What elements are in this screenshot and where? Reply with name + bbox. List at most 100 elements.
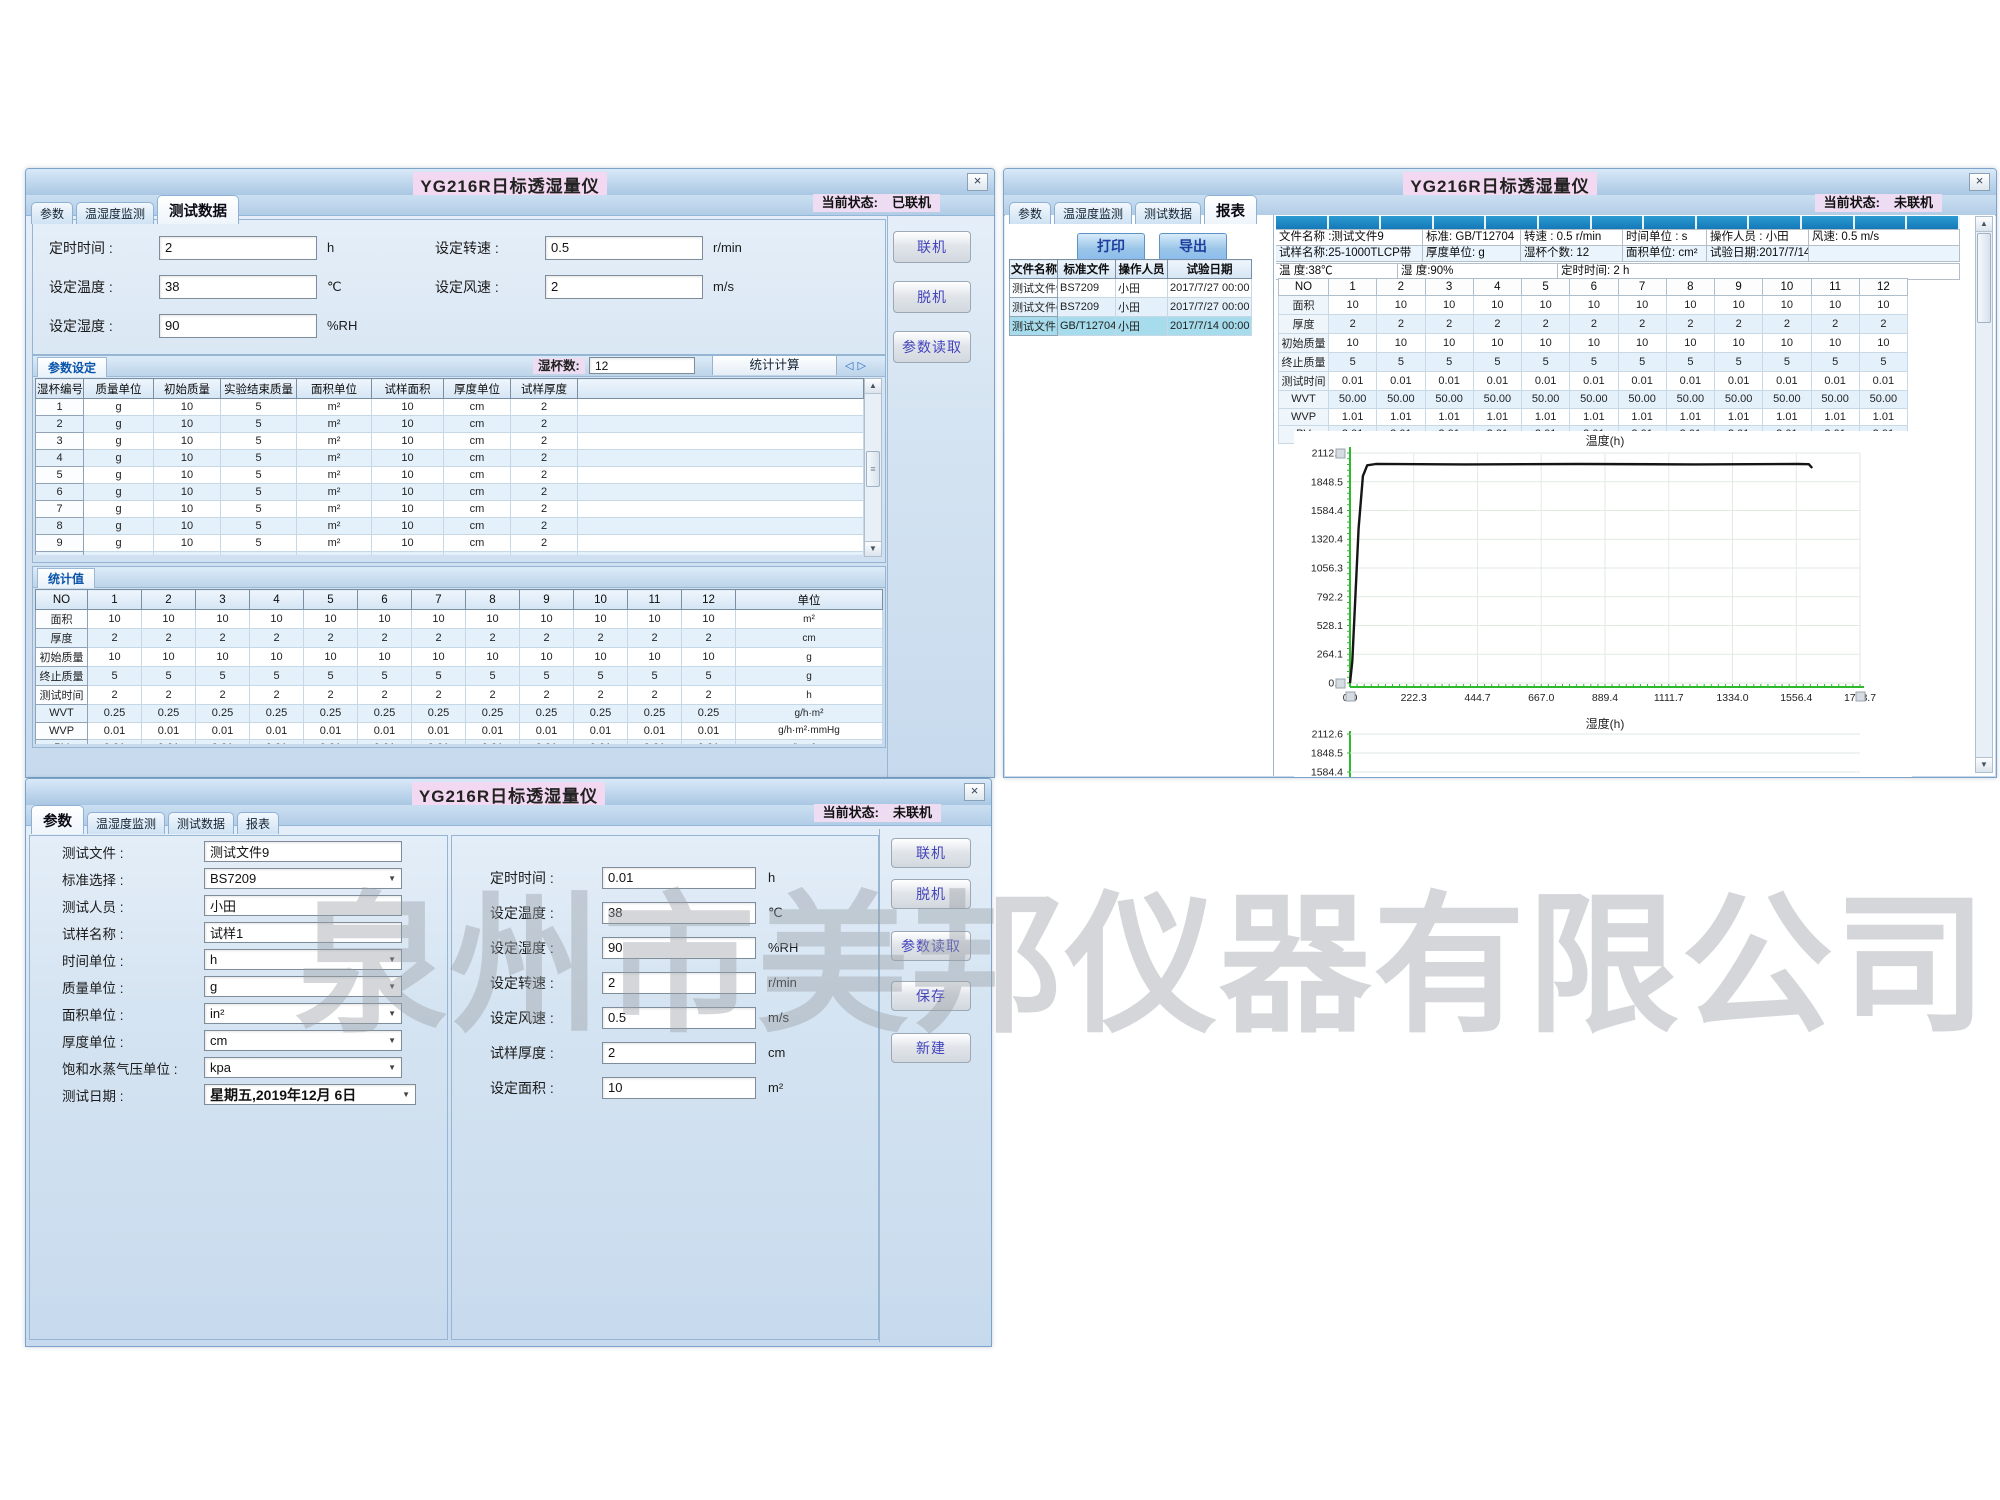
param-row[interactable]: 2g105m²10cm2	[36, 416, 864, 433]
cell[interactable]: g	[84, 433, 154, 450]
cell[interactable]: 10	[372, 450, 444, 467]
cell[interactable]: m²	[297, 416, 372, 433]
pressure-unit-select[interactable]: kpa▼	[204, 1057, 402, 1078]
cell[interactable]: g	[84, 467, 154, 484]
cell[interactable]: 2	[511, 518, 578, 535]
cell[interactable]	[578, 552, 864, 556]
timer-input[interactable]: 2	[159, 236, 317, 260]
temperature-input[interactable]: 38	[602, 902, 756, 924]
cell[interactable]: 5	[221, 416, 297, 433]
cell[interactable]: 10	[36, 552, 84, 556]
chevron-down-icon[interactable]: ▼	[388, 1063, 396, 1072]
cell[interactable]	[578, 467, 864, 484]
cell[interactable]: 10	[372, 433, 444, 450]
cell[interactable]	[578, 450, 864, 467]
file-row[interactable]: 测试文件9BS7209小田2017/7/27 00:00	[1010, 279, 1252, 298]
sample-name-input[interactable]: 试样1	[204, 922, 402, 943]
tab-report[interactable]: 报表	[237, 812, 279, 834]
speed-input[interactable]: 2	[602, 972, 756, 994]
cell[interactable]: cm	[444, 399, 511, 416]
prev-page-icon[interactable]: ◁	[845, 360, 857, 372]
titlebar[interactable]: YG216R日标透湿量仪 ×	[26, 169, 994, 196]
test-date-picker[interactable]: 星期五,2019年12月 6日▼	[204, 1084, 416, 1105]
param-row[interactable]: 3g105m²10cm2	[36, 433, 864, 450]
speed-input[interactable]: 0.5	[545, 236, 703, 260]
humidity-input[interactable]: 90	[159, 314, 317, 338]
wind-speed-input[interactable]: 0.5	[602, 1007, 756, 1029]
print-button[interactable]: 打印	[1077, 233, 1145, 261]
cell[interactable]: 6	[36, 484, 84, 501]
cell[interactable]: g	[84, 518, 154, 535]
chevron-down-icon[interactable]: ▼	[388, 982, 396, 991]
time-unit-select[interactable]: h▼	[204, 949, 402, 970]
cell[interactable]: g	[84, 399, 154, 416]
scroll-down-icon[interactable]: ▼	[1976, 757, 1992, 772]
file-row[interactable]: 测试文件1GB/T12704小田2017/7/14 00:00	[1010, 317, 1252, 336]
tab-test-data[interactable]: 测试数据	[157, 195, 239, 224]
cell[interactable]: 9	[36, 535, 84, 552]
tab-humiture-monitor[interactable]: 温湿度监测	[76, 202, 154, 224]
disconnect-button[interactable]: 脱机	[891, 879, 971, 909]
cell[interactable]: cm	[444, 552, 511, 556]
stat-calc-button[interactable]: 统计计算	[712, 356, 837, 375]
cell[interactable]: 5	[221, 467, 297, 484]
cell[interactable]: m²	[297, 518, 372, 535]
cell[interactable]: m²	[297, 433, 372, 450]
close-icon[interactable]: ×	[967, 173, 988, 191]
cell[interactable]: m²	[297, 484, 372, 501]
cell[interactable]: 10	[154, 399, 221, 416]
cell[interactable]: m²	[297, 450, 372, 467]
cell[interactable]: 2	[511, 552, 578, 556]
cell[interactable]: 1	[36, 399, 84, 416]
cell[interactable]: 5	[36, 467, 84, 484]
read-params-button[interactable]: 参数读取	[893, 331, 971, 363]
pager-arrows[interactable]: ◁▷	[845, 359, 870, 372]
mass-unit-select[interactable]: g▼	[204, 976, 402, 997]
cell[interactable]: m²	[297, 501, 372, 518]
cell[interactable]: cm	[444, 518, 511, 535]
cell[interactable]: 10	[154, 535, 221, 552]
cell[interactable]: 10	[154, 416, 221, 433]
cell[interactable]: 10	[154, 484, 221, 501]
read-params-button[interactable]: 参数读取	[891, 931, 971, 961]
cell[interactable]: 5	[221, 518, 297, 535]
cell[interactable]: 2	[511, 535, 578, 552]
report-scrollbar[interactable]: ▲ ▼	[1975, 216, 1993, 773]
test-file-input[interactable]: 测试文件9	[204, 841, 402, 862]
scroll-up-icon[interactable]: ▲	[1976, 217, 1992, 232]
scrollbar-thumb[interactable]: ≡	[866, 451, 880, 487]
cell[interactable]: 10	[154, 433, 221, 450]
operator-input[interactable]: 小田	[204, 895, 402, 916]
cell[interactable]: 2	[511, 467, 578, 484]
cell[interactable]: g	[84, 416, 154, 433]
cup-count-input[interactable]: 12	[589, 357, 695, 374]
tab-test-data[interactable]: 测试数据	[1135, 202, 1201, 224]
thickness-input[interactable]: 2	[602, 1042, 756, 1064]
export-button[interactable]: 导出	[1159, 233, 1227, 261]
param-row[interactable]: 6g105m²10cm2	[36, 484, 864, 501]
cell[interactable]: 8	[36, 518, 84, 535]
cell[interactable]: cm	[444, 450, 511, 467]
tab-params[interactable]: 参数	[31, 202, 73, 224]
new-button[interactable]: 新建	[891, 1033, 971, 1063]
humidity-input[interactable]: 90	[602, 937, 756, 959]
cell[interactable]: 2	[511, 433, 578, 450]
connect-button[interactable]: 联机	[891, 838, 971, 868]
cell[interactable]: cm	[444, 501, 511, 518]
cell[interactable]: 10	[372, 518, 444, 535]
cell[interactable]	[578, 484, 864, 501]
cell[interactable]: 2	[511, 501, 578, 518]
cell[interactable]	[578, 433, 864, 450]
scroll-down-icon[interactable]: ▼	[865, 541, 881, 556]
temperature-input[interactable]: 38	[159, 275, 317, 299]
area-unit-select[interactable]: in²▼	[204, 1003, 402, 1024]
cell[interactable]: 10	[154, 467, 221, 484]
connect-button[interactable]: 联机	[893, 231, 971, 263]
cell[interactable]	[578, 416, 864, 433]
cell[interactable]: m²	[297, 467, 372, 484]
cell[interactable]: 2	[511, 416, 578, 433]
cell[interactable]: m²	[297, 535, 372, 552]
tab-humiture-monitor[interactable]: 温湿度监测	[87, 812, 165, 834]
param-row[interactable]: 5g105m²10cm2	[36, 467, 864, 484]
cell[interactable]: 10	[372, 501, 444, 518]
